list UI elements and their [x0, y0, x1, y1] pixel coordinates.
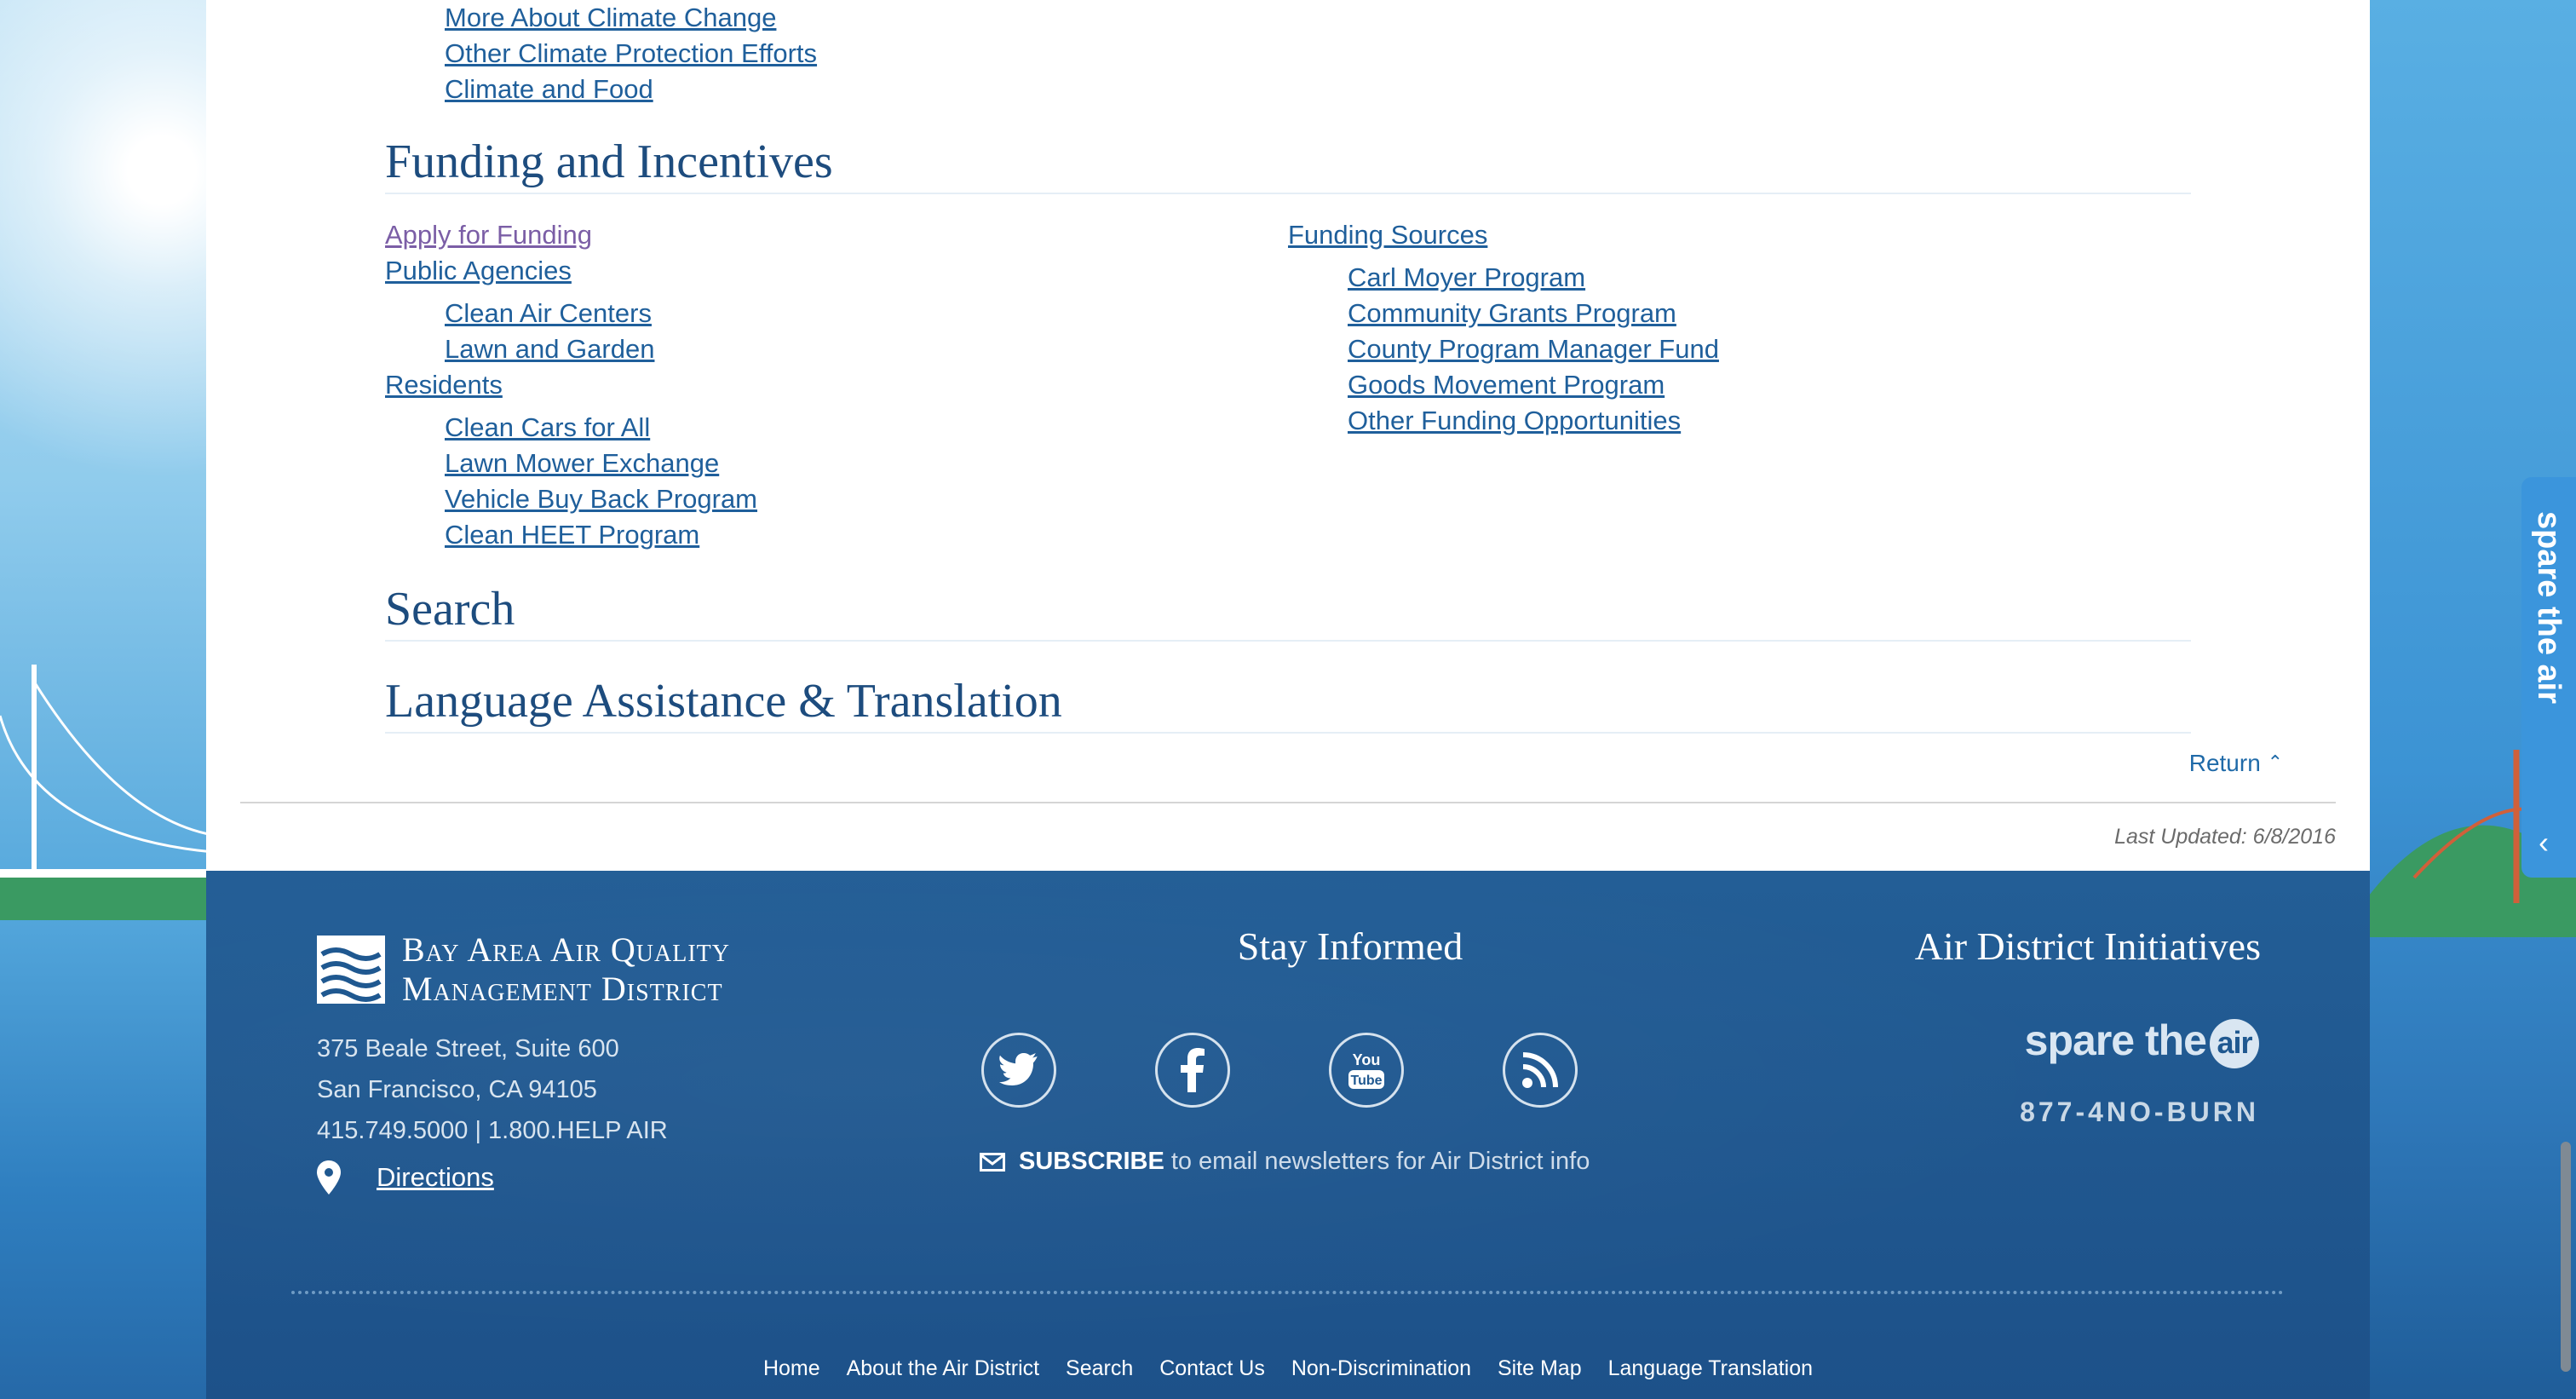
link-county-program-manager[interactable]: County Program Manager Fund — [1348, 331, 2055, 367]
no-burn-phone[interactable]: 877-4NO-BURN — [2020, 1097, 2259, 1128]
link-clean-air-centers[interactable]: Clean Air Centers — [445, 296, 1152, 331]
spare-the-air-logo[interactable]: spare the air — [2025, 1016, 2259, 1068]
funding-section: Funding and Incentives — [385, 135, 2191, 194]
footer-divider — [291, 1291, 2285, 1294]
footer-nav-home[interactable]: Home — [763, 1356, 820, 1380]
section-heading-funding: Funding and Incentives — [385, 135, 2191, 194]
search-section: Search — [385, 582, 2191, 642]
address-line: 375 Beale Street, Suite 600 — [317, 1035, 619, 1062]
link-other-climate-protection[interactable]: Other Climate Protection Efforts — [445, 36, 817, 72]
rss-link[interactable] — [1503, 1033, 1578, 1108]
facebook-icon — [1181, 1048, 1205, 1092]
envelope-icon — [980, 1152, 1005, 1172]
link-lawn-mower-exchange[interactable]: Lawn Mower Exchange — [445, 446, 1152, 481]
bridge-illustration-left — [0, 665, 213, 920]
map-pin-icon — [317, 1160, 341, 1195]
section-heading-language[interactable]: Language Assistance & Translation — [385, 674, 2191, 734]
funding-left-column: Apply for Funding Public Agencies Clean … — [385, 217, 1152, 553]
main-content: More About Climate Change Other Climate … — [240, 0, 2336, 871]
directions-link[interactable]: Directions — [377, 1162, 494, 1193]
link-apply-for-funding[interactable]: Apply for Funding — [385, 217, 1152, 253]
facebook-link[interactable] — [1155, 1033, 1230, 1108]
scrollbar-thumb[interactable] — [2561, 1142, 2571, 1372]
address-line: San Francisco, CA 94105 — [317, 1076, 597, 1103]
link-more-about-climate-change[interactable]: More About Climate Change — [445, 0, 817, 36]
stay-informed-title: Stay Informed — [1237, 924, 1463, 968]
link-vehicle-buy-back[interactable]: Vehicle Buy Back Program — [445, 481, 1152, 517]
twitter-icon — [999, 1053, 1038, 1085]
content-divider — [240, 802, 2336, 803]
funding-sources-list: Carl Moyer Program Community Grants Prog… — [1288, 260, 2055, 439]
residents-list: Clean Cars for All Lawn Mower Exchange V… — [385, 410, 1152, 553]
chevron-left-icon[interactable]: ‹ — [2539, 825, 2549, 861]
spare-the-air-badge: air — [2210, 1018, 2259, 1068]
footer-nav-about[interactable]: About the Air District — [847, 1356, 1039, 1380]
link-clean-heet[interactable]: Clean HEET Program — [445, 517, 1152, 553]
directions-row: Directions — [317, 1160, 494, 1195]
side-tab-label: spare the air — [2531, 511, 2567, 704]
subscribe-text: to email newsletters for Air District in… — [1170, 1148, 1590, 1175]
address-block: 375 Beale Street, Suite 600 San Francisc… — [317, 1028, 668, 1151]
district-logo-mark-icon — [317, 936, 385, 1004]
initiatives-title: Air District Initiatives — [1914, 924, 2261, 968]
subscribe-label[interactable]: SUBSCRIBE — [1019, 1148, 1164, 1176]
footer: Bay Area Air Quality Management District… — [206, 871, 2370, 1399]
spare-the-air-side-tab[interactable]: spare the air ‹ — [2521, 477, 2576, 878]
footer-nav-non-discrimination[interactable]: Non-Discrimination — [1291, 1356, 1471, 1380]
footer-nav-language[interactable]: Language Translation — [1608, 1356, 1813, 1380]
link-goods-movement[interactable]: Goods Movement Program — [1348, 367, 2055, 403]
footer-nav-search[interactable]: Search — [1066, 1356, 1133, 1380]
footer-nav: Home About the Air District Search Conta… — [206, 1356, 2370, 1381]
funding-right-column: Funding Sources Carl Moyer Program Commu… — [1288, 217, 2055, 439]
link-community-grants[interactable]: Community Grants Program — [1348, 296, 2055, 331]
footer-nav-site-map[interactable]: Site Map — [1498, 1356, 1582, 1380]
logo-line-1: Bay Area Air Quality — [402, 930, 730, 969]
link-clean-cars-for-all[interactable]: Clean Cars for All — [445, 410, 1152, 446]
youtube-link[interactable]: You Tube — [1329, 1033, 1404, 1108]
climate-links: More About Climate Change Other Climate … — [445, 0, 817, 107]
return-link[interactable]: Return ⌃ — [2189, 750, 2283, 777]
link-funding-sources[interactable]: Funding Sources — [1288, 217, 2055, 253]
language-section: Language Assistance & Translation — [385, 674, 2191, 734]
district-logo[interactable]: Bay Area Air Quality Management District — [317, 930, 730, 1009]
youtube-icon: You Tube — [1348, 1051, 1384, 1089]
subscribe-row[interactable]: SUBSCRIBE to email newsletters for Air D… — [980, 1148, 1590, 1176]
spare-the-text: spare the — [2024, 1016, 2207, 1064]
link-lawn-and-garden[interactable]: Lawn and Garden — [445, 331, 1152, 367]
link-climate-and-food[interactable]: Climate and Food — [445, 72, 817, 107]
link-residents[interactable]: Residents — [385, 367, 1152, 403]
logo-line-2: Management District — [402, 970, 723, 1008]
link-other-funding[interactable]: Other Funding Opportunities — [1348, 403, 2055, 439]
link-carl-moyer[interactable]: Carl Moyer Program — [1348, 260, 2055, 296]
district-logo-text: Bay Area Air Quality Management District — [402, 930, 730, 1009]
phone-line: 415.749.5000 | 1.800.HELP AIR — [317, 1117, 668, 1144]
svg-text:Tube: Tube — [1350, 1074, 1382, 1088]
twitter-link[interactable] — [981, 1033, 1056, 1108]
footer-nav-contact[interactable]: Contact Us — [1159, 1356, 1265, 1380]
svg-text:You: You — [1353, 1051, 1381, 1068]
last-updated: Last Updated: 6/8/2016 — [2114, 825, 2336, 849]
section-heading-search[interactable]: Search — [385, 582, 2191, 642]
rss-icon — [1522, 1052, 1558, 1088]
social-links: You Tube — [981, 1033, 1578, 1108]
return-label: Return — [2188, 750, 2261, 776]
chevron-up-icon: ⌃ — [2267, 751, 2283, 773]
link-public-agencies[interactable]: Public Agencies — [385, 253, 1152, 289]
public-agencies-list: Clean Air Centers Lawn and Garden — [385, 296, 1152, 367]
